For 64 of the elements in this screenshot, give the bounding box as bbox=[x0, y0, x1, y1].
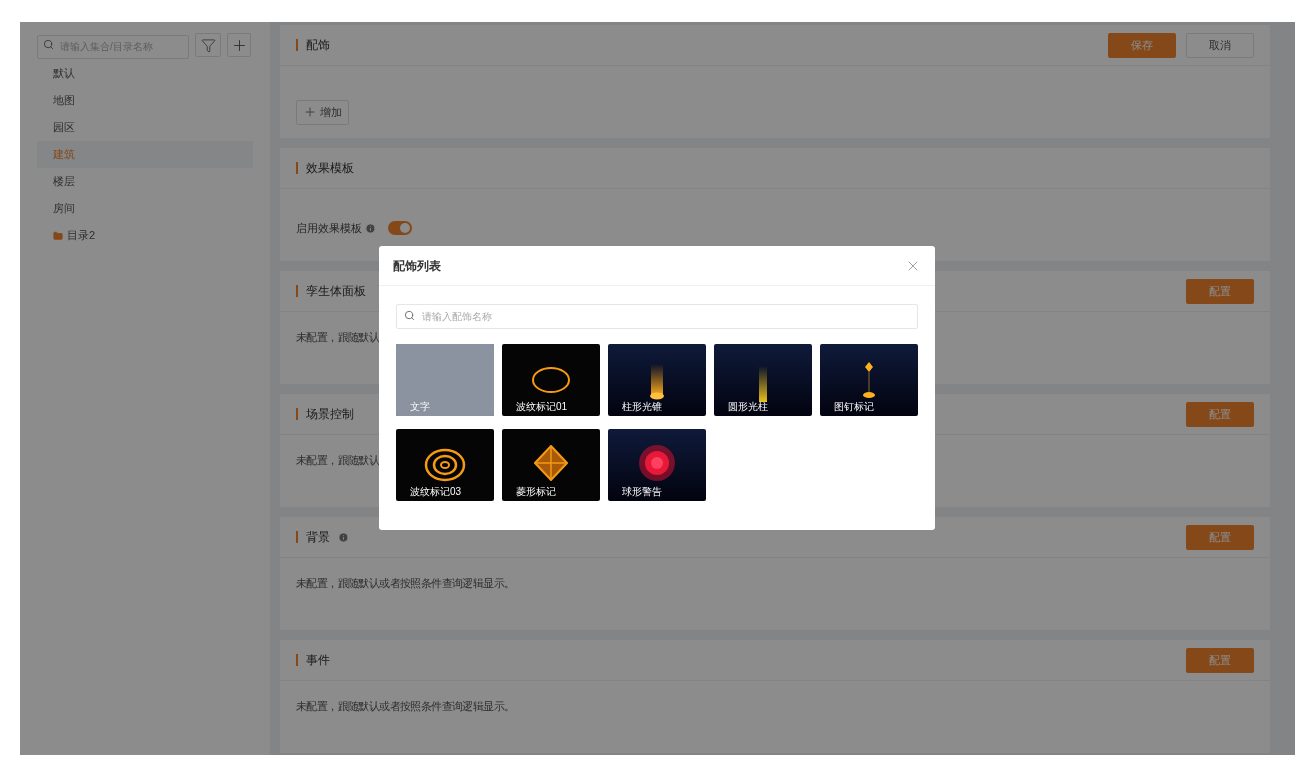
accessory-thumbnail[interactable]: 菱形标记 bbox=[502, 429, 600, 501]
toggle-label: 启用效果模板 bbox=[296, 220, 362, 236]
thumbnail-label: 柱形光锥 bbox=[622, 400, 662, 414]
sidebar-item[interactable]: 园区 bbox=[37, 114, 253, 141]
status-note: 未配置，跟随默认 bbox=[296, 329, 380, 345]
config-button[interactable]: 配置 bbox=[1186, 524, 1254, 550]
thumbnail-label: 球形警告 bbox=[622, 485, 662, 499]
thumbnail-label: 文字 bbox=[410, 400, 430, 414]
glowing-sphere-drawing bbox=[638, 444, 676, 482]
sidebar-item[interactable]: 地图 bbox=[37, 87, 253, 114]
status-note: 未配置，跟随默认或者按照条件查询逻辑显示。 bbox=[296, 575, 515, 591]
dialog-title: 配饰列表 bbox=[393, 257, 441, 275]
sidebar-item-label: 建筑 bbox=[53, 147, 75, 163]
search-icon bbox=[43, 39, 54, 50]
accessory-thumbnail[interactable]: 波纹标记03 bbox=[396, 429, 494, 501]
add-button[interactable] bbox=[227, 33, 251, 57]
thumbnail-label: 图钉标记 bbox=[834, 400, 874, 414]
ring-drawing bbox=[531, 366, 571, 394]
concentric-rings-drawing bbox=[424, 448, 466, 482]
accessory-thumbnail[interactable]: 柱形光锥 bbox=[608, 344, 706, 416]
sidebar-item-label: 房间 bbox=[53, 201, 75, 217]
search-field[interactable]: 请输入配饰名称 bbox=[396, 304, 918, 329]
search-icon bbox=[404, 310, 415, 321]
light-pillar-drawing bbox=[757, 366, 769, 402]
accessory-thumbnail[interactable]: 圆形光柱 bbox=[714, 344, 812, 416]
section-title: 事件 bbox=[306, 652, 330, 669]
section-title: 场景控制 bbox=[306, 406, 354, 423]
sidebar-item[interactable]: 目录2 bbox=[37, 222, 253, 249]
cancel-button[interactable]: 取消 bbox=[1186, 32, 1254, 58]
accessory-thumbnail[interactable]: 波纹标记01 bbox=[502, 344, 600, 416]
config-button[interactable]: 配置 bbox=[1186, 647, 1254, 673]
section-title: 效果模板 bbox=[306, 160, 354, 177]
accessory-thumbnail[interactable]: 文字 bbox=[396, 344, 494, 416]
sidebar-item-label: 默认 bbox=[53, 66, 75, 82]
toggle-switch[interactable] bbox=[388, 221, 412, 235]
folder-icon bbox=[53, 230, 63, 241]
status-note: 未配置，跟随默认或者按照条件查询逻辑显示。 bbox=[296, 698, 515, 714]
section-title: 背景 bbox=[306, 529, 330, 546]
accessory-thumbnail[interactable]: 球形警告 bbox=[608, 429, 706, 501]
thumbnail-label: 波纹标记03 bbox=[410, 485, 462, 499]
thumbnail-label: 菱形标记 bbox=[516, 485, 556, 499]
sidebar-item-label: 地图 bbox=[53, 93, 75, 109]
config-button[interactable]: 配置 bbox=[1186, 401, 1254, 427]
sidebar-item-label: 目录2 bbox=[67, 228, 96, 244]
section-title: 孪生体面板 bbox=[306, 283, 366, 300]
light-cone-drawing bbox=[649, 364, 665, 400]
thumbnail-label: 圆形光柱 bbox=[728, 400, 768, 414]
pin-drawing bbox=[862, 362, 876, 400]
thumbnail-label: 波纹标记01 bbox=[516, 400, 568, 414]
section-title: 配饰 bbox=[306, 37, 330, 54]
sidebar-item[interactable]: 楼层 bbox=[37, 168, 253, 195]
add-button[interactable]: 增加 bbox=[296, 99, 349, 125]
plus-icon bbox=[303, 105, 317, 119]
config-button[interactable]: 配置 bbox=[1186, 278, 1254, 304]
diamond-drawing bbox=[534, 445, 568, 481]
filter-icon bbox=[200, 37, 216, 53]
status-note: 未配置，跟随默认 bbox=[296, 452, 380, 468]
sidebar-item[interactable]: 房间 bbox=[37, 195, 253, 222]
sidebar-item[interactable]: 默认 bbox=[37, 60, 253, 87]
sidebar-item-label: 楼层 bbox=[53, 174, 75, 190]
save-button[interactable]: 保存 bbox=[1108, 32, 1176, 58]
filter-button[interactable] bbox=[195, 33, 221, 57]
sidebar-item-label: 园区 bbox=[53, 120, 75, 136]
accessory-thumbnail[interactable]: 图钉标记 bbox=[820, 344, 918, 416]
